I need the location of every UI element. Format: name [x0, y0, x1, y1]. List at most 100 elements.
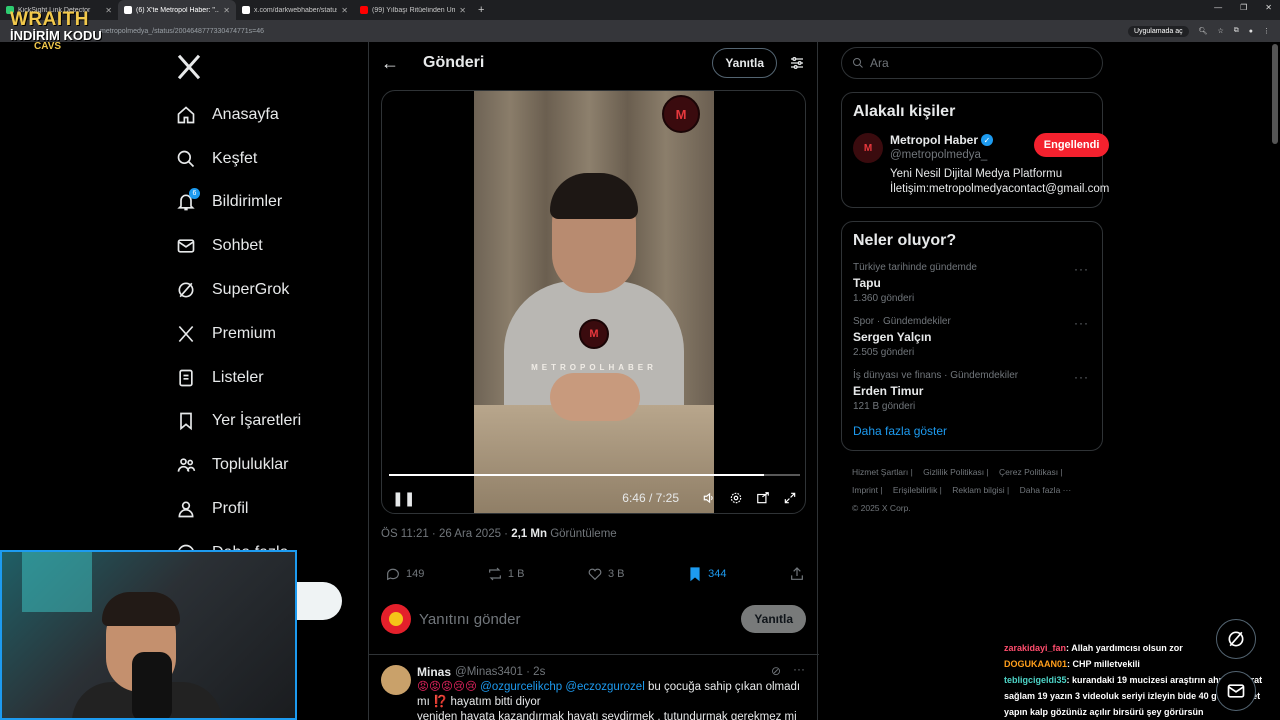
gear-icon[interactable] — [729, 491, 743, 505]
picture-in-picture-icon[interactable] — [756, 491, 770, 505]
address-bar[interactable]: metropolmedya_/status/200464877733047477… — [0, 20, 1280, 42]
video-frame[interactable]: M M METROPOLHABER — [474, 91, 714, 513]
comment-icon — [387, 568, 399, 581]
x-logo-icon[interactable] — [174, 52, 204, 82]
footer-link[interactable]: Hizmet Şartları | — [852, 467, 913, 477]
url-text[interactable]: metropolmedya_/status/200464877733047477… — [100, 28, 1128, 35]
person-handle[interactable]: @metropolmedya_ — [890, 149, 993, 161]
search-icon — [853, 58, 863, 68]
trend-context: İş dünyası ve finans · Gündemdekiler — [853, 370, 1019, 381]
fullscreen-icon[interactable] — [783, 491, 797, 505]
tab-title: x.com/darkwebhaber/status/20... — [254, 6, 337, 14]
extensions-icon[interactable]: ⧉ — [1234, 27, 1239, 35]
nav-item-profile[interactable]: Profil — [172, 487, 362, 531]
people-icon — [176, 455, 196, 475]
more-options-icon[interactable]: ··· — [1074, 370, 1089, 384]
home-icon — [176, 105, 196, 125]
open-in-app-button[interactable]: Uygulamada aç — [1127, 25, 1189, 37]
new-tab-icon[interactable]: + — [472, 4, 490, 16]
reply-submit-button[interactable]: Yanıtla — [741, 605, 806, 633]
close-tab-icon[interactable]: ✕ — [223, 6, 230, 15]
trend-name: Sergen Yalçın — [853, 330, 932, 344]
more-options-icon[interactable]: ··· — [1074, 316, 1089, 330]
nav-item-lists[interactable]: Listeler — [172, 356, 362, 400]
footer-link[interactable]: Reklam bilgisi | — [952, 485, 1009, 495]
close-tab-icon[interactable]: ✕ — [105, 6, 112, 15]
browser-tab-active[interactable]: (6) X'te Metropol Haber: "... ✕ — [118, 0, 236, 20]
pause-icon[interactable]: ❚❚ — [392, 490, 415, 507]
avatar[interactable] — [381, 665, 411, 695]
minimize-icon[interactable]: — — [1214, 3, 1222, 12]
bookmark-filled-icon — [690, 567, 700, 582]
settings-sliders-icon[interactable] — [789, 55, 805, 71]
reply-action[interactable]: 149 — [385, 566, 424, 582]
video-player[interactable]: M M METROPOLHABER ❚❚ 6:46 / 7:25 — [381, 90, 806, 514]
volume-icon[interactable] — [702, 491, 716, 505]
browser-tab[interactable]: (99) Yılbaşı Ritüelinden Umutsu... ✕ — [354, 0, 472, 20]
profile-icon[interactable]: ● — [1249, 28, 1253, 35]
chat-message: DOGUKAAN01: CHP milletvekili — [1004, 656, 1270, 672]
sweatshirt-logo-icon: M — [579, 319, 609, 349]
grok-explain-icon[interactable]: ⊘ — [771, 664, 781, 678]
reply-input[interactable]: Yanıtını gönder — [419, 611, 741, 628]
footer-link[interactable]: Imprint | — [852, 485, 883, 495]
share-action[interactable] — [789, 566, 805, 582]
x-favicon-icon — [242, 6, 250, 14]
user-avatar[interactable] — [381, 604, 411, 634]
video-progress-bar[interactable] — [389, 474, 800, 476]
chat-user: DOGUKAAN01 — [1004, 659, 1068, 669]
blocked-button[interactable]: Engellendi — [1033, 133, 1110, 157]
nav-label: Anasayfa — [212, 105, 279, 123]
maximize-icon[interactable]: ❐ — [1240, 3, 1247, 12]
zoom-icon[interactable]: 🔍︎ — [1199, 27, 1208, 35]
close-tab-icon[interactable]: ✕ — [341, 6, 348, 15]
scrollbar[interactable] — [1272, 44, 1278, 144]
nav-label: Listeler — [212, 368, 264, 386]
more-options-icon[interactable]: ··· — [1074, 262, 1089, 276]
avatar[interactable]: M — [853, 133, 883, 163]
nav-label: Profil — [212, 500, 249, 518]
reply-tweet[interactable]: Minas @Minas3401 · 2s 😡😡😡😢😢 @ozgurcelikc… — [369, 654, 819, 720]
related-person[interactable]: M Metropol Haber ✓ @metropolmedya_ Engell… — [853, 133, 1110, 197]
close-window-icon[interactable]: ✕ — [1265, 3, 1272, 12]
grok-floating-button[interactable] — [1216, 619, 1256, 659]
messages-floating-button[interactable] — [1216, 671, 1256, 711]
reply-author-handle[interactable]: @Minas3401 · 2s — [455, 665, 545, 680]
video-watermark: METROPOLHABER — [531, 363, 657, 372]
search-input[interactable]: Ara — [841, 47, 1103, 79]
trend-name: Tapu — [853, 276, 881, 290]
star-icon[interactable]: ☆ — [1217, 27, 1223, 35]
trend-item[interactable]: İş dünyası ve finans · Gündemdekiler Erd… — [853, 370, 1091, 412]
footer-link[interactable]: Çerez Politikası | — [999, 467, 1063, 477]
more-options-icon[interactable]: ··· — [793, 662, 805, 676]
nav-item-notifications[interactable]: 6 Bildirimler — [172, 181, 362, 225]
footer-link[interactable]: Gizlilik Politikası | — [923, 467, 989, 477]
video-person-hair — [550, 173, 638, 219]
nav-item-chat[interactable]: Sohbet — [172, 224, 362, 268]
reply-mentions[interactable]: @ozgurcelikchp @eczozgurozel — [480, 681, 645, 693]
nav-label: Keşfet — [212, 149, 258, 167]
reply-button[interactable]: Yanıtla — [712, 48, 777, 78]
footer-link[interactable]: Daha fazla ··· — [1020, 485, 1072, 495]
reply-author-name[interactable]: Minas — [417, 665, 451, 680]
footer-link[interactable]: Erişilebilirlik | — [893, 485, 942, 495]
browser-tab[interactable]: x.com/darkwebhaber/status/20... ✕ — [236, 0, 354, 20]
post-timestamp[interactable]: ÖS 11:21 · 26 Ara 2025 · — [381, 528, 511, 540]
person-name[interactable]: Metropol Haber — [890, 133, 978, 147]
nav-item-bookmarks[interactable]: Yer İşaretleri — [172, 400, 362, 444]
nav-item-supergrok[interactable]: SuperGrok — [172, 268, 362, 312]
close-tab-icon[interactable]: ✕ — [459, 6, 466, 15]
repost-action[interactable]: 1 B — [487, 566, 524, 582]
show-more-link[interactable]: Daha fazla göster — [853, 424, 1091, 438]
trend-item[interactable]: Türkiye tarihinde gündemde Tapu 1.360 gö… — [853, 262, 1091, 304]
trends-title: Neler oluyor? — [853, 232, 957, 249]
nav-item-explore[interactable]: Keşfet — [172, 137, 362, 181]
like-action[interactable]: 3 B — [587, 566, 625, 582]
trend-item[interactable]: Spor · Gündemdekiler Sergen Yalçın 2.505… — [853, 316, 1091, 358]
back-arrow-icon[interactable]: ← — [381, 53, 405, 74]
bookmark-action[interactable]: 344 — [687, 566, 726, 582]
nav-item-communities[interactable]: Topluluklar — [172, 443, 362, 487]
nav-item-home[interactable]: Anasayfa — [172, 93, 362, 137]
nav-item-premium[interactable]: Premium — [172, 312, 362, 356]
menu-icon[interactable]: ⋮ — [1263, 27, 1270, 35]
